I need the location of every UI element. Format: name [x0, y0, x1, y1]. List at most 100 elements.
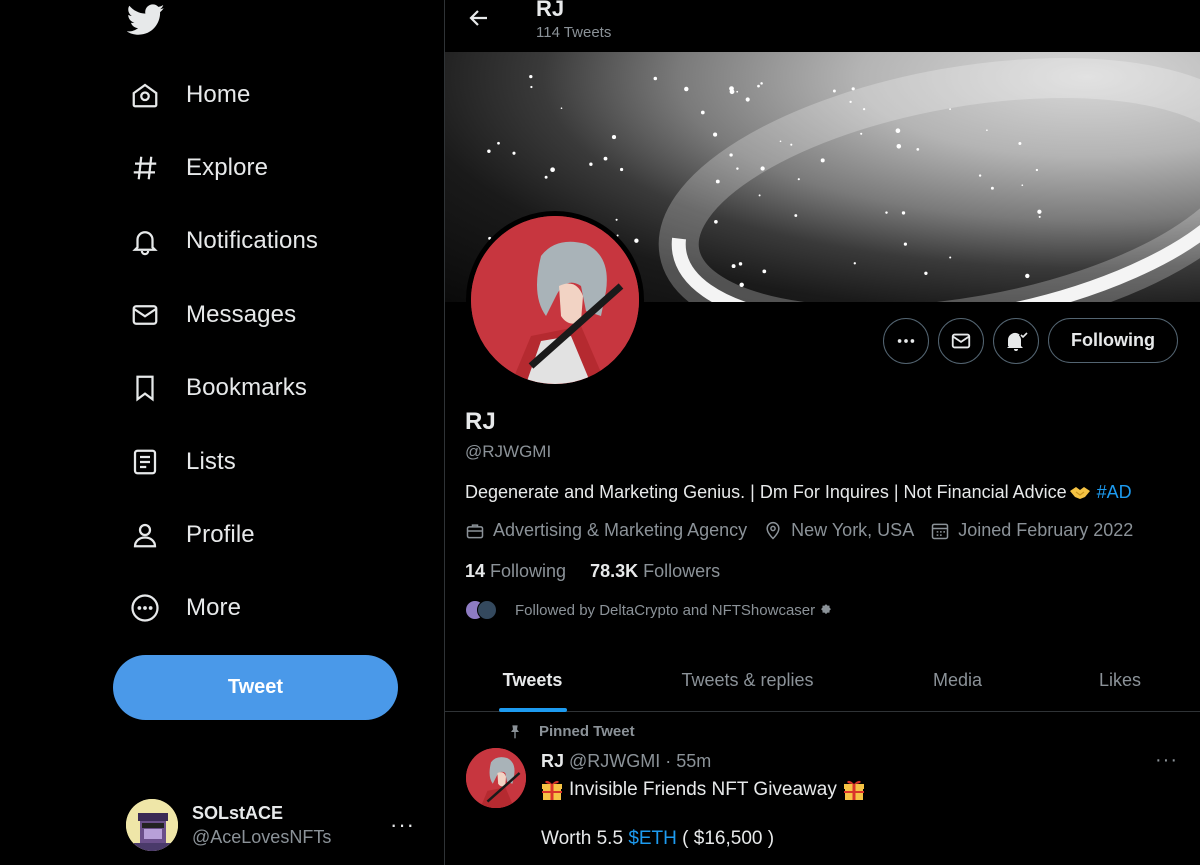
tweet-worth-prefix: Worth 5.5 [541, 828, 629, 849]
profile-joined: Joined February 2022 [958, 520, 1134, 540]
banner-star [738, 262, 743, 266]
profile-avatar[interactable] [466, 211, 644, 389]
pinned-tweet-label: Pinned Tweet [507, 723, 635, 740]
followed-by-text: Followed by DeltaCrypto and NFTShowcaser [515, 601, 816, 619]
back-arrow-icon[interactable] [467, 6, 491, 30]
nav-messages-label: Messages [186, 301, 297, 328]
header-tweet-count: 114 Tweets [536, 24, 612, 41]
banner-star [1018, 142, 1022, 145]
nav-profile-label: Profile [186, 521, 255, 548]
nav-profile[interactable]: Profile [126, 509, 255, 561]
briefcase-icon [466, 523, 484, 538]
tweet-author-name[interactable]: RJ [541, 751, 564, 771]
nav-bookmarks[interactable]: Bookmarks [126, 362, 307, 414]
banner-star [916, 148, 920, 151]
follower-avatar [477, 600, 497, 620]
nav-notifications[interactable]: Notifications [126, 215, 318, 267]
tweet-worth-suffix: ( $16,500 ) [676, 828, 775, 849]
tab-tweets-replies[interactable]: Tweets & replies [620, 648, 875, 712]
banner-star [729, 153, 733, 157]
nav-notifications-label: Notifications [186, 227, 319, 254]
banner-star [497, 141, 500, 145]
banner-star [745, 97, 750, 102]
banner-star [862, 107, 866, 111]
nav-lists-label: Lists [186, 448, 236, 475]
banner-star [797, 178, 800, 181]
profile-tabs: Tweets Tweets & replies Media Likes [445, 648, 1200, 712]
followed-by-link[interactable]: Followed by DeltaCrypto and NFTShowcaser [465, 598, 833, 622]
banner-star [794, 214, 798, 217]
bio-hashtag-link[interactable]: #AD [1097, 482, 1132, 502]
eth-cashtag-link[interactable]: $ETH [628, 828, 677, 849]
pinned-tweet[interactable]: Pinned Tweet RJ @RJWGMI · 55m ··· Invisi… [445, 713, 1200, 865]
banner-star [1038, 215, 1041, 218]
verified-badge-icon [821, 604, 832, 615]
banner-star [1021, 184, 1024, 187]
following-button[interactable]: Following [1048, 318, 1178, 363]
banner-star [949, 256, 952, 259]
nav-explore-label: Explore [186, 154, 269, 181]
profile-header-bar: RJ 114 Tweets [445, 0, 1200, 52]
banner-star [978, 174, 982, 177]
more-horizontal-icon [897, 339, 915, 343]
banner-star [714, 219, 718, 224]
following-count: 14 [465, 561, 486, 581]
nav-explore[interactable]: Explore [126, 142, 268, 194]
banner-star [790, 143, 793, 146]
banner-star [603, 156, 608, 161]
banner-star [487, 149, 491, 153]
account-switcher[interactable]: SOLstACE @AceLovesNFTs ··· [126, 798, 426, 852]
following-count-link[interactable]: 14 Following [465, 561, 566, 582]
banner-star [550, 167, 555, 173]
account-handle: @AceLovesNFTs [192, 826, 332, 847]
more-options-button[interactable] [883, 318, 929, 364]
tab-media[interactable]: Media [875, 648, 1040, 712]
banner-star [1025, 273, 1030, 279]
profile-handle: @RJWGMI [465, 442, 552, 461]
active-tab-indicator [499, 708, 567, 712]
followers-count-link[interactable]: 78.3K Followers [590, 561, 720, 582]
banner-star [849, 100, 852, 104]
gift-emoji-icon [541, 779, 563, 801]
account-more-icon[interactable]: ··· [390, 812, 415, 838]
nav-more[interactable]: More [126, 582, 241, 634]
tweet-text-line-2: Worth 5.5 $ETH ( $16,500 ) [541, 828, 774, 850]
banner-star [885, 211, 888, 214]
notifications-subscribed-button[interactable] [993, 318, 1039, 364]
gift-emoji-icon [843, 779, 865, 801]
banner-star [895, 128, 901, 134]
banner-star [736, 90, 739, 93]
nav-home-label: Home [186, 81, 251, 108]
handshake-emoji-icon [1069, 485, 1091, 501]
tab-tweets[interactable]: Tweets [445, 648, 620, 712]
banner-star [684, 86, 689, 92]
tweet-button[interactable]: Tweet [113, 655, 398, 720]
tab-likes[interactable]: Likes [1040, 648, 1200, 712]
envelope-icon [126, 296, 164, 334]
account-name: SOLstACE [192, 802, 284, 823]
hashtag-icon [126, 149, 164, 187]
tweet-giveaway-text: Invisible Friends NFT Giveaway [569, 779, 837, 800]
banner-star [779, 140, 782, 143]
profile-name: RJ [465, 408, 496, 435]
profile-bio: Degenerate and Marketing Genius. | Dm Fo… [465, 482, 1132, 503]
nav-lists[interactable]: Lists [126, 436, 236, 488]
nav-messages[interactable]: Messages [126, 289, 296, 341]
nav-home[interactable]: Home [126, 69, 250, 121]
tweet-text-line-1: Invisible Friends NFT Giveaway [541, 779, 871, 801]
tweet-author-meta[interactable]: @RJWGMI · 55m [569, 751, 711, 771]
banner-star [731, 264, 736, 269]
tweet-header: RJ @RJWGMI · 55m [541, 751, 711, 772]
banner-star [619, 167, 624, 172]
tab-media-label: Media [932, 669, 983, 690]
banner-star [896, 144, 902, 149]
tab-likes-label: Likes [1098, 669, 1142, 690]
profile-meta: Advertising & Marketing Agency New York,… [465, 520, 1149, 541]
banner-star [758, 194, 761, 197]
banner-star [739, 282, 744, 288]
message-button[interactable] [938, 318, 984, 364]
tweet-author-avatar[interactable] [466, 748, 526, 808]
twitter-logo-icon[interactable] [126, 3, 165, 37]
banner-star [832, 89, 836, 93]
tweet-more-icon[interactable]: ··· [1155, 749, 1178, 772]
